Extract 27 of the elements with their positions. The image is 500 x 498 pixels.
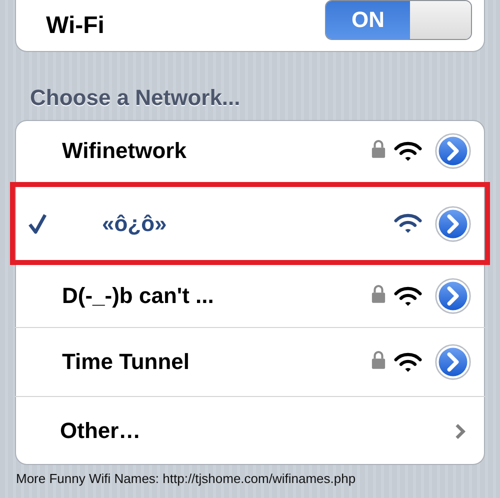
wifi-signal-icon (394, 286, 422, 306)
network-name: Wifinetwork (62, 138, 188, 164)
detail-disclosure-button[interactable] (434, 132, 472, 170)
network-name: Time Tunnel (62, 349, 191, 375)
lock-icon (371, 350, 386, 369)
wifi-label: Wi-Fi (46, 12, 104, 40)
network-row[interactable]: D(-_-)b can't ... (15, 265, 485, 327)
lock-icon (371, 284, 386, 303)
other-network-row[interactable]: Other… (15, 396, 485, 465)
network-name: Other… (60, 418, 142, 444)
wifi-signal-icon (394, 140, 422, 162)
detail-disclosure-button[interactable] (434, 343, 472, 381)
wifi-signal-icon (394, 213, 422, 234)
detail-disclosure-button[interactable] (434, 277, 472, 315)
section-title: Choose a Network... (30, 84, 242, 112)
checkmark-icon (28, 213, 47, 234)
network-row[interactable]: Wifinetwork (15, 120, 485, 182)
network-row[interactable]: Time Tunnel (15, 327, 485, 396)
highlighted-network-row[interactable]: «ô¿ô» (10, 182, 490, 265)
network-name: «ô¿ô» (102, 210, 168, 236)
wifi-toggle[interactable]: ON (325, 0, 472, 40)
caption: More Funny Wifi Names: http://tjshome.com/wifinames.php (16, 471, 357, 486)
chevron-icon (455, 422, 466, 440)
wifi-signal-icon (394, 352, 422, 372)
lock-icon (371, 139, 386, 158)
detail-disclosure-button[interactable] (434, 204, 472, 242)
network-name: D(-_-)b can't ... (62, 283, 215, 309)
